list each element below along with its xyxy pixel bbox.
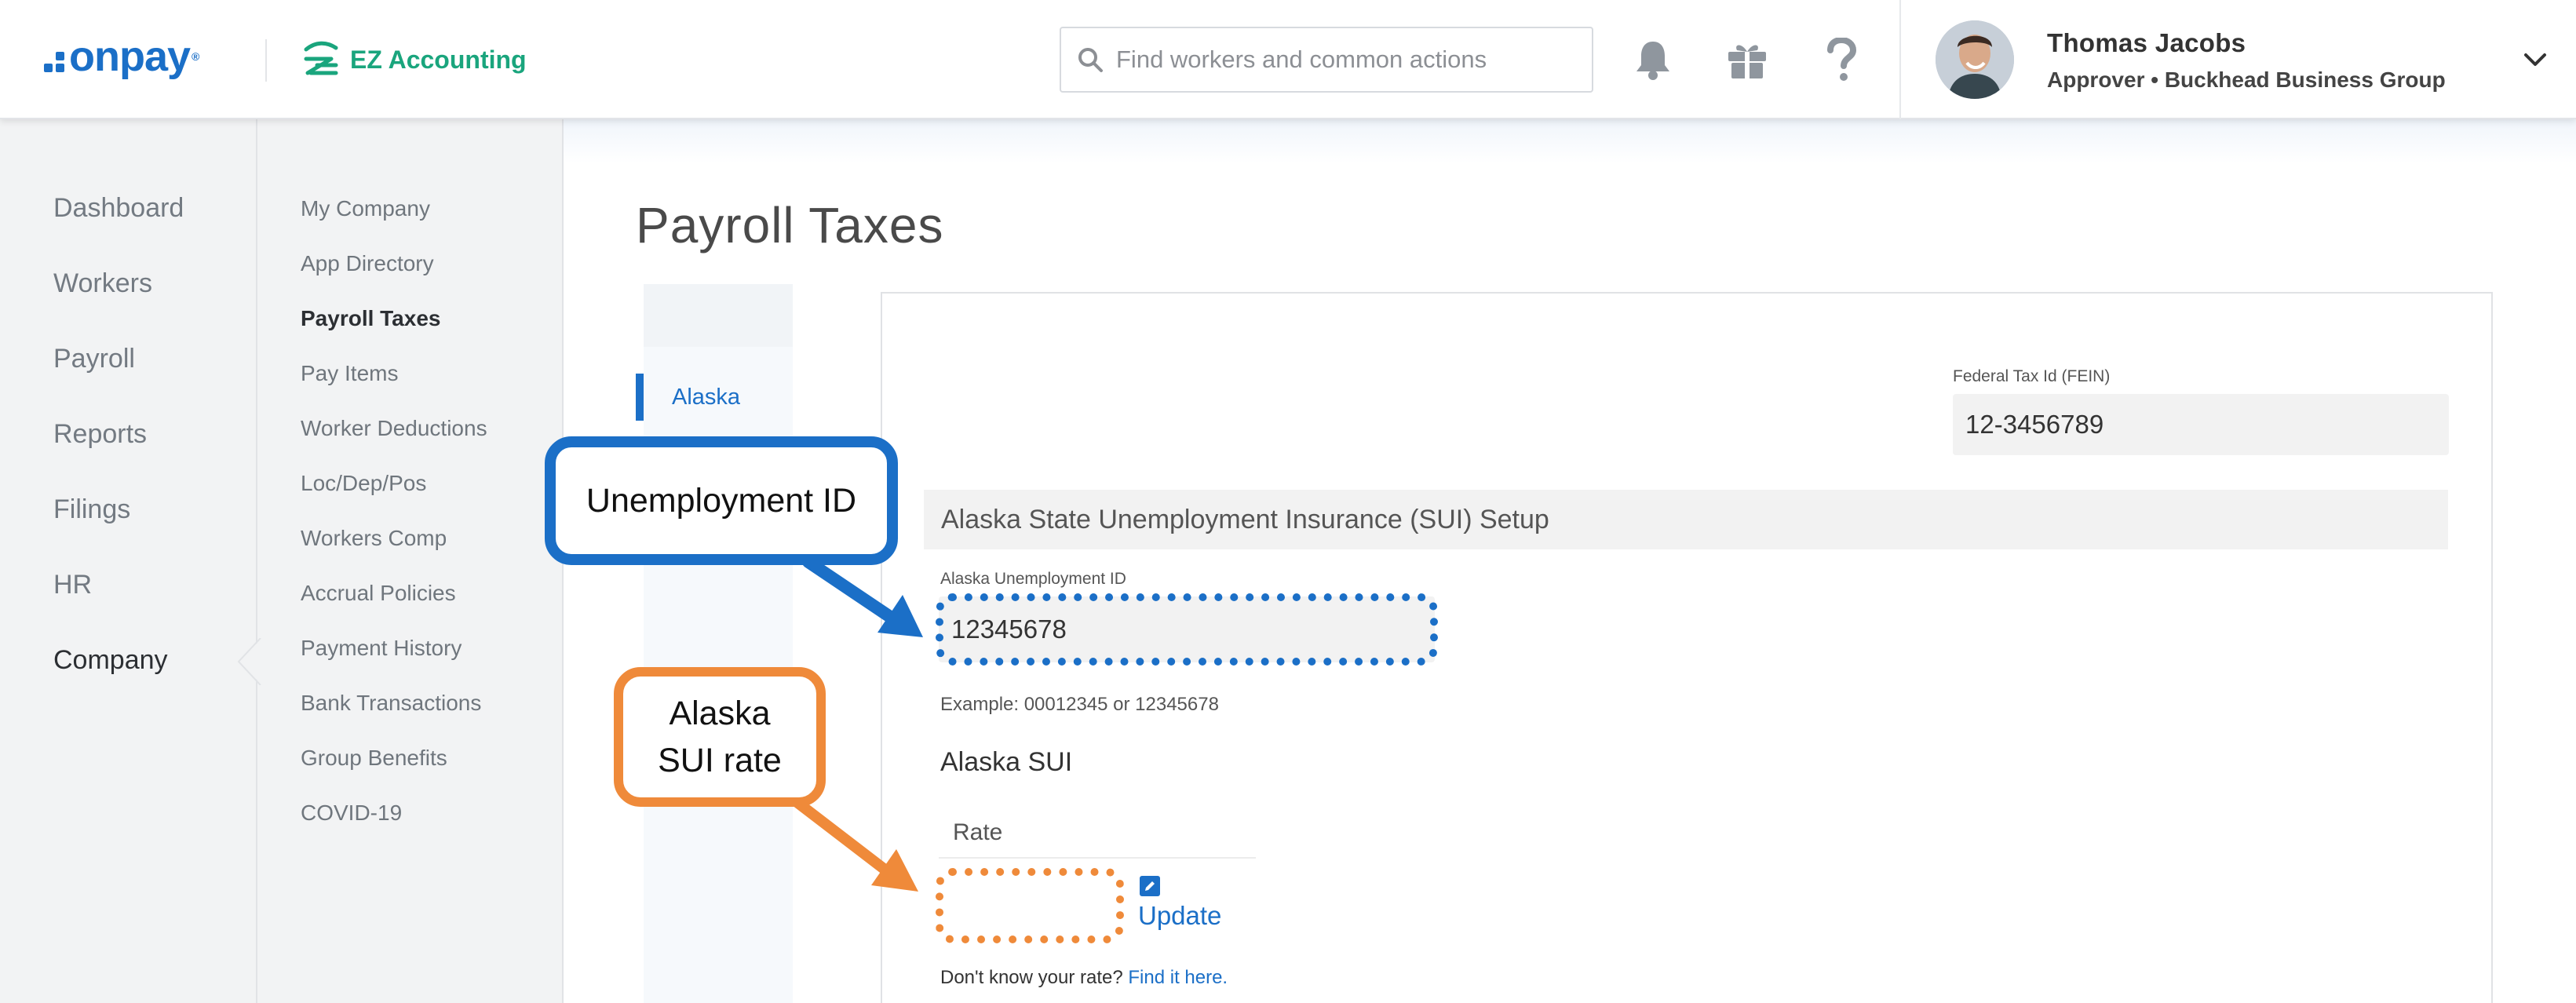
active-tab-indicator	[636, 374, 644, 421]
sui-rate-callout-line2: SUI rate	[658, 742, 782, 779]
active-nav-indicator	[237, 638, 262, 685]
state-tab-label: Alaska	[672, 384, 741, 410]
subnav-item-app-directory[interactable]: App Directory	[301, 251, 434, 276]
brand-name: onpay	[69, 33, 191, 80]
unemployment-id-callout: Unemployment ID	[545, 436, 898, 565]
gift-icon[interactable]	[1724, 36, 1771, 83]
sui-setup-header: Alaska State Unemployment Insurance (SUI…	[924, 490, 2448, 549]
sui-rate-callout-line1: Alaska	[669, 694, 771, 732]
sub-nav: My Company App Directory Payroll Taxes P…	[257, 119, 564, 1003]
nav-item-dashboard[interactable]: Dashboard	[53, 193, 184, 224]
rate-column-header: Rate	[953, 819, 1003, 845]
user-name[interactable]: Thomas Jacobs	[2047, 28, 2246, 58]
subnav-item-pay-items[interactable]: Pay Items	[301, 361, 398, 386]
avatar[interactable]	[1936, 20, 2014, 99]
fein-field[interactable]: 12-3456789	[1953, 394, 2449, 455]
nav-item-hr[interactable]: HR	[53, 570, 92, 600]
nav-item-reports[interactable]: Reports	[53, 419, 147, 450]
search-icon	[1078, 48, 1103, 72]
user-role: Approver • Buckhead Business Group	[2047, 67, 2446, 92]
bell-icon[interactable]	[1629, 36, 1677, 83]
chevron-down-icon[interactable]	[2519, 46, 2551, 74]
update-rate-link[interactable]: Update	[1138, 901, 1221, 931]
rate-help-text: Don't know your rate? Find it here.	[940, 967, 1228, 989]
top-header: onpay ® EZ Accounting Find workers and c…	[0, 0, 2576, 119]
subnav-item-payment-history[interactable]: Payment History	[301, 636, 462, 661]
search-box[interactable]	[1060, 27, 1593, 93]
rate-header-divider	[939, 857, 1256, 859]
subnav-item-payroll-taxes[interactable]: Payroll Taxes	[301, 306, 440, 331]
page-title: Payroll Taxes	[636, 197, 944, 253]
unemployment-id-example: Example: 00012345 or 12345678	[940, 694, 1219, 715]
nav-item-payroll[interactable]: Payroll	[53, 344, 135, 374]
state-tab-alaska[interactable]: Alaska	[636, 374, 740, 421]
ez-accounting-icon	[304, 41, 338, 75]
state-list-header	[644, 284, 793, 347]
main-nav: Dashboard Workers Payroll Reports Filing…	[0, 119, 257, 1003]
unemployment-id-highlight	[936, 593, 1438, 666]
search-input[interactable]	[1116, 46, 1587, 74]
product-name: EZ Accounting	[350, 45, 527, 74]
nav-item-company[interactable]: Company	[53, 645, 168, 676]
subnav-item-accrual-policies[interactable]: Accrual Policies	[301, 581, 456, 606]
help-icon[interactable]	[1818, 36, 1865, 83]
subnav-item-bank-transactions[interactable]: Bank Transactions	[301, 691, 481, 716]
subnav-item-worker-deductions[interactable]: Worker Deductions	[301, 416, 487, 441]
rate-help-prefix: Don't know your rate?	[940, 967, 1123, 988]
nav-item-workers[interactable]: Workers	[53, 268, 152, 299]
onpay-logo-mark	[44, 52, 64, 72]
subnav-item-group-benefits[interactable]: Group Benefits	[301, 746, 447, 771]
unemployment-id-callout-text: Unemployment ID	[586, 481, 857, 520]
sui-title: Alaska SUI	[940, 747, 1073, 777]
logo-divider	[265, 39, 267, 82]
subnav-item-loc-dep-pos[interactable]: Loc/Dep/Pos	[301, 471, 426, 496]
fein-label: Federal Tax Id (FEIN)	[1953, 367, 2111, 385]
unemployment-id-label: Alaska Unemployment ID	[940, 570, 1126, 588]
find-rate-link[interactable]: Find it here.	[1128, 967, 1228, 988]
onpay-logo[interactable]: onpay ®	[44, 31, 199, 82]
brand-reg: ®	[192, 50, 199, 63]
nav-item-filings[interactable]: Filings	[53, 494, 130, 525]
sui-rate-callout: Alaska SUI rate	[614, 667, 826, 807]
subnav-item-covid-19[interactable]: COVID-19	[301, 801, 402, 826]
ez-accounting-logo[interactable]: EZ Accounting	[300, 36, 527, 83]
sui-rate-highlight	[936, 868, 1124, 943]
subnav-item-my-company[interactable]: My Company	[301, 196, 430, 221]
content-top-fade	[564, 119, 2576, 163]
subnav-item-workers-comp[interactable]: Workers Comp	[301, 526, 447, 551]
edit-icon[interactable]	[1140, 876, 1160, 896]
user-separator	[1899, 0, 1901, 119]
